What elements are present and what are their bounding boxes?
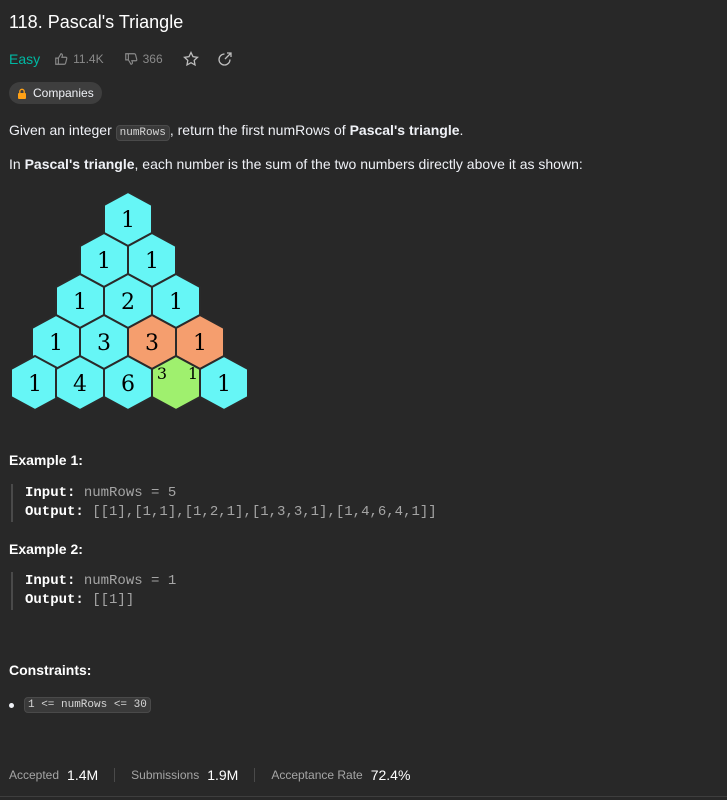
like-button[interactable]: 11.4K bbox=[54, 52, 104, 66]
accepted-value: 1.4M bbox=[67, 767, 99, 783]
hex-value: 6 bbox=[121, 372, 135, 397]
hex-value: 1 bbox=[28, 372, 42, 397]
hex-value: 1 bbox=[193, 331, 207, 356]
submissions-label: Submissions bbox=[131, 768, 200, 782]
lock-icon bbox=[17, 88, 27, 99]
star-icon bbox=[182, 51, 199, 67]
accepted-label: Accepted bbox=[9, 768, 60, 782]
hex-value: 1 bbox=[121, 208, 135, 233]
example-2-title: Example 2: bbox=[9, 541, 83, 557]
divider bbox=[0, 796, 727, 797]
hex-value: 1 bbox=[217, 372, 231, 397]
acceptance-rate-value: 72.4% bbox=[370, 767, 411, 783]
dislike-button[interactable]: 366 bbox=[124, 52, 163, 66]
submission-stats: Accepted 1.4M Submissions 1.9M Acceptanc… bbox=[9, 767, 410, 783]
dislike-count: 366 bbox=[142, 52, 163, 66]
example-2-block: Input: numRows = 1 Output: [[1]] bbox=[11, 572, 176, 610]
hex-row-5: 1 4 6 3 1 1 bbox=[11, 354, 249, 412]
hex-value: 4 bbox=[73, 372, 87, 397]
submissions-value: 1.9M bbox=[207, 767, 239, 783]
share-icon bbox=[218, 52, 232, 66]
hex-value: 1 bbox=[49, 331, 63, 356]
hex-value: 3 bbox=[97, 331, 111, 356]
thumbs-up-icon bbox=[55, 53, 68, 65]
favorite-button[interactable] bbox=[182, 51, 199, 67]
inline-code: numRows bbox=[115, 125, 170, 141]
divider bbox=[254, 768, 256, 782]
problem-meta: Easy 11.4K 366 bbox=[9, 49, 251, 69]
hex-value: 2 bbox=[121, 290, 135, 315]
example-1-block: Input: numRows = 5 Output: [[1],[1,1],[1… bbox=[11, 484, 437, 522]
bullet-dot bbox=[9, 702, 14, 708]
problem-title: 118. Pascal's Triangle bbox=[9, 12, 184, 32]
hex-value: 1 bbox=[169, 290, 183, 315]
pascal-triangle-image: 1 1 1 1 2 1 1 3 3 1 1 4 6 3 1 1 bbox=[11, 190, 249, 412]
constraints-title: Constraints: bbox=[9, 662, 92, 678]
share-button[interactable] bbox=[217, 51, 233, 67]
companies-label: Companies bbox=[33, 86, 94, 100]
output-value: [[1]] bbox=[92, 592, 135, 608]
hex-value: 3 bbox=[157, 364, 167, 383]
example-1-title: Example 1: bbox=[9, 452, 83, 468]
acceptance-rate-label: Acceptance Rate bbox=[271, 768, 363, 782]
constraint-code: 1 <= numRows <= 30 bbox=[24, 697, 151, 713]
like-count: 11.4K bbox=[73, 52, 104, 66]
hex-value: 1 bbox=[73, 290, 87, 315]
input-label: Input: bbox=[25, 573, 76, 589]
hex-value: 1 bbox=[145, 249, 159, 274]
hex-row-3: 1 2 1 bbox=[55, 272, 201, 330]
input-value: numRows = 1 bbox=[83, 573, 177, 589]
output-label: Output: bbox=[25, 504, 84, 520]
output-label: Output: bbox=[25, 592, 84, 608]
constraint-item: 1 <= numRows <= 30 bbox=[9, 697, 151, 713]
input-label: Input: bbox=[25, 485, 76, 501]
description-paragraph-1: Given an integer numRows, return the fir… bbox=[9, 122, 464, 141]
description-paragraph-2: In Pascal's triangle, each number is the… bbox=[9, 156, 583, 172]
companies-tag[interactable]: Companies bbox=[9, 82, 102, 104]
hex-value: 1 bbox=[188, 364, 198, 383]
thumbs-down-icon bbox=[124, 53, 137, 65]
output-value: [[1],[1,1],[1,2,1],[1,3,3,1],[1,4,6,4,1]… bbox=[92, 504, 437, 520]
input-value: numRows = 5 bbox=[83, 485, 177, 501]
divider bbox=[114, 768, 116, 782]
hex-value: 3 bbox=[145, 331, 159, 356]
difficulty-badge: Easy bbox=[9, 51, 41, 67]
hex-value: 1 bbox=[97, 249, 111, 274]
